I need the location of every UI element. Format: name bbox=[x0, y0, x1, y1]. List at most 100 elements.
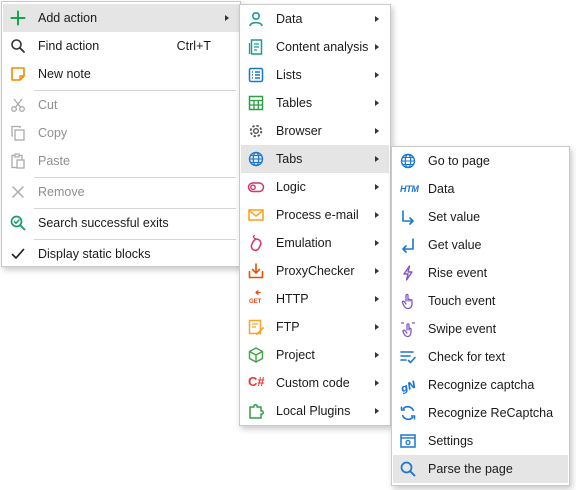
menu-item-cut[interactable]: Cut bbox=[3, 91, 239, 119]
menu-item-label: Find action bbox=[38, 39, 100, 53]
menu-item-check-for-text[interactable]: Check for text bbox=[393, 343, 568, 371]
menu-item-label: Search successful exits bbox=[38, 216, 169, 230]
person-icon bbox=[247, 10, 265, 28]
menu-item-label: Custom code bbox=[276, 376, 350, 390]
menu-item-emulation[interactable]: Emulation bbox=[241, 229, 389, 257]
menu-item-project[interactable]: Project bbox=[241, 341, 389, 369]
menu-item-find-action[interactable]: Find action Ctrl+T bbox=[3, 32, 239, 60]
menu-item-data[interactable]: Data bbox=[241, 5, 389, 33]
menu-item-copy[interactable]: Copy bbox=[3, 119, 239, 147]
menu-item-label: Local Plugins bbox=[276, 404, 351, 418]
menu-item-label: Lists bbox=[276, 68, 302, 82]
menu-item-label: New note bbox=[38, 67, 91, 81]
menu-item-label: Content analysis bbox=[276, 40, 369, 54]
menu-item-label: Tables bbox=[276, 96, 313, 110]
submenu-arrow-icon bbox=[375, 44, 379, 50]
menu-item-go-to-page[interactable]: Go to page bbox=[393, 147, 568, 175]
menu-item-label: Display static blocks bbox=[38, 247, 151, 261]
menu-item-label: Settings bbox=[428, 434, 474, 448]
menu-item-logic[interactable]: Logic bbox=[241, 173, 389, 201]
submenu-arrow-icon bbox=[375, 100, 379, 106]
submenu-arrow-icon bbox=[375, 128, 379, 134]
menu-item-remove[interactable]: Remove bbox=[3, 178, 239, 206]
menu-item-recognize-recaptcha[interactable]: Recognize ReCaptcha bbox=[393, 399, 568, 427]
gear-icon bbox=[247, 122, 265, 140]
list-icon bbox=[247, 66, 265, 84]
submenu-arrow-icon bbox=[375, 240, 379, 246]
menu-item-label: Emulation bbox=[276, 236, 332, 250]
puzzle-icon bbox=[247, 402, 265, 420]
menu-item-get-value[interactable]: Get value bbox=[393, 231, 568, 259]
download-box-icon bbox=[247, 262, 265, 280]
submenu-arrow-icon bbox=[375, 408, 379, 414]
menu-item-process-email[interactable]: Process e-mail bbox=[241, 201, 389, 229]
menu-item-touch-event[interactable]: Touch event bbox=[393, 287, 568, 315]
plus-icon bbox=[9, 9, 27, 27]
menu-item-content-analysis[interactable]: Content analysis bbox=[241, 33, 389, 61]
menu-item-tab-data[interactable]: HTM Data bbox=[393, 175, 568, 203]
submenu-arrow-icon bbox=[375, 212, 379, 218]
recaptcha-icon bbox=[399, 404, 417, 422]
shortcut-hint: Ctrl+T bbox=[176, 39, 211, 53]
menu-item-label: Process e-mail bbox=[276, 208, 359, 222]
menu-item-add-action[interactable]: Add action bbox=[3, 4, 239, 32]
menu-item-set-value[interactable]: Set value bbox=[393, 203, 568, 231]
copy-icon bbox=[9, 124, 27, 142]
menu-item-tabs[interactable]: Tabs bbox=[241, 145, 389, 173]
menu-item-search-successful-exits[interactable]: Search successful exits bbox=[3, 209, 239, 237]
menu-item-label: ProxyChecker bbox=[276, 264, 355, 278]
arrow-down-left-icon bbox=[399, 236, 417, 254]
menu-item-custom-code[interactable]: C# Custom code bbox=[241, 369, 389, 397]
note-icon bbox=[9, 65, 27, 83]
menu-item-label: Data bbox=[428, 182, 455, 196]
menu-item-ftp[interactable]: FTP bbox=[241, 313, 389, 341]
search-icon bbox=[399, 460, 417, 478]
menu-item-label: Rise event bbox=[428, 266, 488, 280]
menu-item-rise-event[interactable]: Rise event bbox=[393, 259, 568, 287]
menu-item-label: Data bbox=[276, 12, 303, 26]
menu-item-label: Set value bbox=[428, 210, 481, 224]
menu-item-label: Recognize captcha bbox=[428, 378, 535, 392]
menu-item-label: Browser bbox=[276, 124, 322, 138]
menu-item-label: Get value bbox=[428, 238, 482, 252]
menu-item-label: Tabs bbox=[276, 152, 303, 166]
table-icon bbox=[247, 94, 265, 112]
menu-item-swipe-event[interactable]: Swipe event bbox=[393, 315, 568, 343]
captcha-icon: gN bbox=[399, 376, 418, 395]
menu-item-recognize-captcha[interactable]: gN Recognize captcha bbox=[393, 371, 568, 399]
get-request-icon: GET bbox=[247, 290, 265, 308]
lightning-icon bbox=[399, 264, 417, 282]
submenu-arrow-icon bbox=[375, 296, 379, 302]
menu-item-display-static-blocks[interactable]: Display static blocks bbox=[3, 240, 239, 268]
submenu-arrow-icon bbox=[375, 184, 379, 190]
menu-item-new-note[interactable]: New note bbox=[3, 60, 239, 88]
menu-item-label: Paste bbox=[38, 154, 70, 168]
csharp-icon: C# bbox=[248, 374, 265, 389]
toggle-icon bbox=[247, 178, 265, 196]
menu-item-label: Project bbox=[276, 348, 315, 362]
menu-item-http[interactable]: GET HTTP bbox=[241, 285, 389, 313]
menu-item-parse-the-page[interactable]: Parse the page bbox=[393, 455, 568, 483]
menu-item-label: Swipe event bbox=[428, 322, 497, 336]
globe-icon bbox=[247, 150, 265, 168]
menu-item-local-plugins[interactable]: Local Plugins bbox=[241, 397, 389, 425]
menu-item-paste[interactable]: Paste bbox=[3, 147, 239, 175]
close-icon bbox=[9, 183, 27, 201]
touch-icon bbox=[399, 292, 417, 310]
menu-item-label: Add action bbox=[38, 11, 98, 25]
menu-item-browser[interactable]: Browser bbox=[241, 117, 389, 145]
submenu-arrow-icon bbox=[375, 16, 379, 22]
submenu-arrow-icon bbox=[375, 72, 379, 78]
menu-item-label: HTTP bbox=[276, 292, 309, 306]
submenu-arrow-icon bbox=[375, 268, 379, 274]
cube-icon bbox=[247, 346, 265, 364]
menu-item-lists[interactable]: Lists bbox=[241, 61, 389, 89]
menu-item-tables[interactable]: Tables bbox=[241, 89, 389, 117]
settings-window-icon bbox=[399, 432, 417, 450]
menu-item-proxychecker[interactable]: ProxyChecker bbox=[241, 257, 389, 285]
submenu-arrow-icon bbox=[375, 324, 379, 330]
add-action-submenu: Data Content analysis Lists Tables Brows… bbox=[239, 4, 391, 426]
menu-item-label: Go to page bbox=[428, 154, 490, 168]
menu-item-settings[interactable]: Settings bbox=[393, 427, 568, 455]
document-icon bbox=[247, 38, 265, 56]
